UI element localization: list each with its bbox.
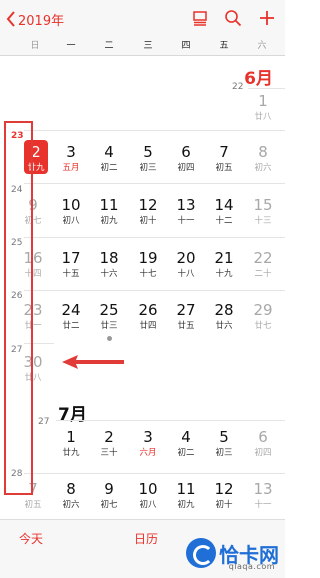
weekday-thu: 四	[181, 41, 191, 51]
annotation-arrow-icon	[62, 355, 124, 369]
row-divider	[24, 237, 285, 238]
search-icon[interactable]	[224, 9, 242, 27]
day-cell[interactable]: 5 初三	[131, 143, 165, 174]
row-divider	[56, 420, 285, 421]
day-cell[interactable]: 25 廿三	[92, 301, 126, 332]
day-cell[interactable]: 3 六月	[131, 428, 165, 459]
day-cell[interactable]: 8 初六	[246, 143, 280, 174]
day-cell[interactable]: 12 初十	[131, 196, 165, 227]
calendars-button[interactable]: 日历	[134, 530, 158, 547]
day-cell[interactable]: 19 十七	[131, 249, 165, 280]
day-cell[interactable]: 1 廿八	[246, 92, 280, 123]
back-chevron-icon	[6, 11, 15, 27]
day-cell[interactable]: 11 初九	[169, 480, 203, 511]
weekday-mon: 一	[66, 41, 76, 51]
row-divider	[24, 183, 285, 184]
month-label-july: 7月	[58, 405, 87, 425]
day-cell[interactable]: 28 廿六	[207, 301, 241, 332]
day-cell[interactable]: 20 十八	[169, 249, 203, 280]
day-cell[interactable]: 27 廿五	[169, 301, 203, 332]
day-cell[interactable]: 9 初七	[92, 480, 126, 511]
row-divider	[24, 130, 285, 131]
day-cell[interactable]: 5 初三	[207, 428, 241, 459]
weekday-sat: 六	[257, 41, 267, 51]
today-button[interactable]: 今天	[19, 530, 43, 547]
day-cell[interactable]: 13 十一	[246, 480, 280, 511]
day-cell[interactable]: 18 十六	[92, 249, 126, 280]
day-cell[interactable]: 24 廿二	[54, 301, 88, 332]
day-cell[interactable]: 15 十三	[246, 196, 280, 227]
day-cell[interactable]: 4 初二	[169, 428, 203, 459]
day-cell[interactable]: 10 初八	[54, 196, 88, 227]
week-number: 22	[232, 82, 244, 92]
watermark-url: qiaqa.com	[228, 562, 275, 571]
day-cell[interactable]: 26 廿四	[131, 301, 165, 332]
day-cell[interactable]: 4 初二	[92, 143, 126, 174]
watermark-logo-icon	[186, 538, 216, 568]
annotation-highlight-box	[4, 121, 33, 495]
day-cell[interactable]: 17 十五	[54, 249, 88, 280]
day-cell[interactable]: 8 初六	[54, 480, 88, 511]
day-cell[interactable]: 3 五月	[54, 143, 88, 174]
row-divider	[24, 473, 285, 474]
back-button[interactable]: 2019年	[6, 8, 64, 30]
bottom-bar: 今天 日历 恰卡网 qiaqa.com	[0, 519, 285, 578]
day-cell[interactable]: 6 初四	[246, 428, 280, 459]
day-cell[interactable]: 13 十一	[169, 196, 203, 227]
add-icon[interactable]	[258, 9, 276, 27]
day-cell[interactable]: 1 廿九	[54, 428, 88, 459]
day-cell[interactable]: 6 初四	[169, 143, 203, 174]
back-label: 2019年	[18, 13, 65, 29]
day-cell[interactable]: 21 十九	[207, 249, 241, 280]
day-cell[interactable]: 11 初九	[92, 196, 126, 227]
day-cell[interactable]: 2 三十	[92, 428, 126, 459]
top-bar: 2019年	[0, 0, 285, 36]
event-dot	[107, 336, 112, 341]
day-cell[interactable]: 7 初五	[207, 143, 241, 174]
day-cell[interactable]: 22 二十	[246, 249, 280, 280]
row-divider	[24, 290, 285, 291]
weekday-tue: 二	[104, 41, 114, 51]
weekday-header: 日 一 二 三 四 五 六	[0, 36, 285, 56]
weekday-fri: 五	[219, 41, 229, 51]
list-view-icon[interactable]	[191, 9, 209, 27]
weekday-sun: 日	[30, 41, 40, 51]
weekday-wed: 三	[143, 41, 153, 51]
day-cell[interactable]: 14 十二	[207, 196, 241, 227]
day-cell[interactable]: 10 初八	[131, 480, 165, 511]
day-cell[interactable]: 12 初十	[207, 480, 241, 511]
day-cell[interactable]: 29 廿七	[246, 301, 280, 332]
week-number: 27	[38, 417, 50, 427]
